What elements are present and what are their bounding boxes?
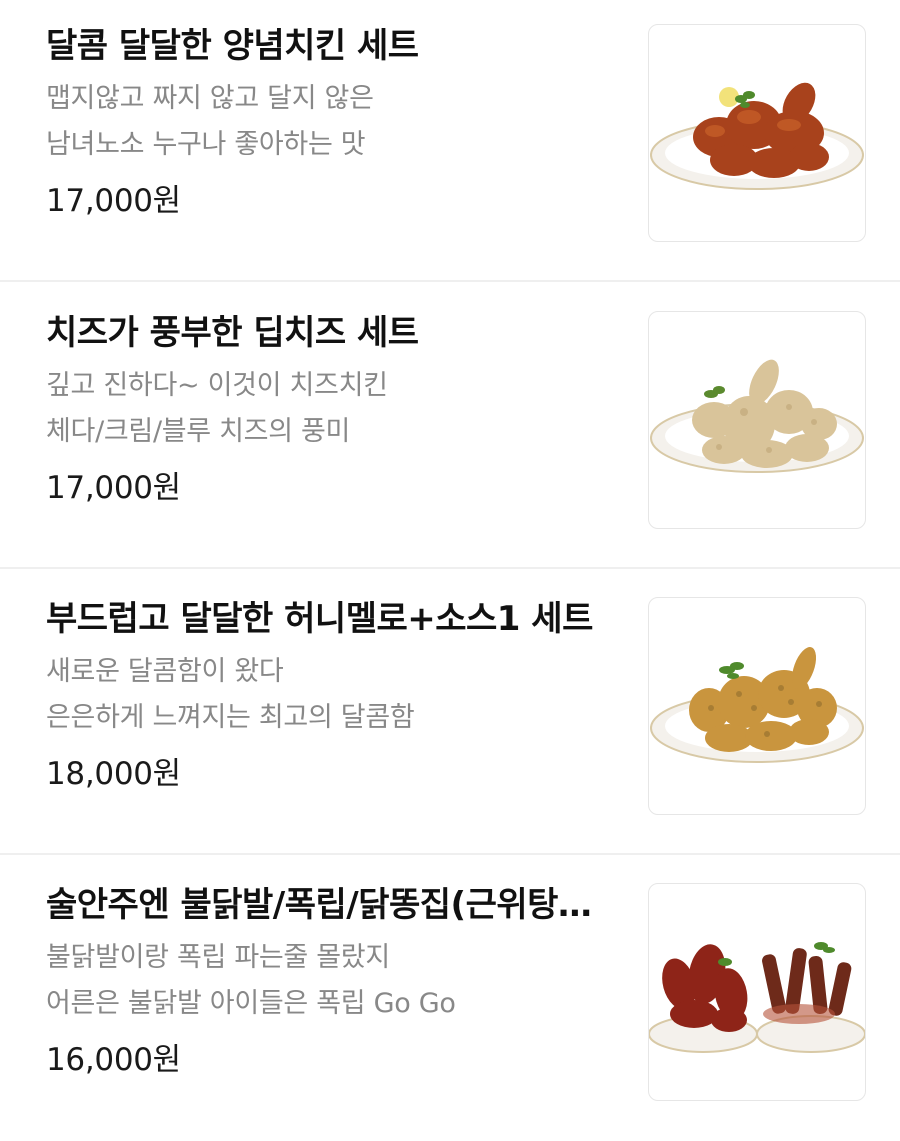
honey-chicken-plate-icon: [650, 647, 864, 763]
spicy-feet-ribs-plates-icon: [649, 942, 865, 1053]
item-price: 17,000원: [46, 470, 181, 506]
item-description-line2: 체다/크림/블루 치즈의 풍미: [46, 416, 351, 447]
item-thumbnail[interactable]: [648, 597, 866, 815]
item-name: 부드럽고 달달한 허니멜로+소스1 세트: [46, 599, 593, 639]
item-thumbnail[interactable]: [648, 24, 866, 242]
seasoned-chicken-plate-icon: [650, 82, 864, 190]
item-name: 달콤 달달한 양념치킨 세트: [46, 26, 419, 66]
menu-item-honey-mello-set[interactable]: 부드럽고 달달한 허니멜로+소스1 세트 새로운 달콤함이 왔다 은은하게 느껴…: [0, 569, 900, 855]
item-price: 16,000원: [46, 1042, 181, 1078]
item-thumbnail[interactable]: [648, 883, 866, 1101]
item-description-line2: 은은하게 느껴지는 최고의 달콤함: [46, 702, 415, 733]
item-description-line2: 어른은 불닭발 아이들은 폭립 Go Go: [46, 988, 456, 1019]
menu-item-seasoned-chicken-set[interactable]: 달콤 달달한 양념치킨 세트 맵지않고 짜지 않고 달지 않은 남녀노소 누구나…: [0, 0, 900, 282]
menu-list: 달콤 달달한 양념치킨 세트 맵지않고 짜지 않고 달지 않은 남녀노소 누구나…: [0, 0, 900, 1131]
divider: [0, 280, 900, 282]
cheese-chicken-plate-icon: [650, 359, 864, 473]
item-name: 술안주엔 불닭발/폭립/닭똥집(근위탕…: [46, 885, 592, 925]
item-description-line1: 불닭발이랑 폭립 파는줄 몰랐지: [46, 942, 390, 973]
item-price: 17,000원: [46, 183, 181, 219]
item-thumbnail[interactable]: [648, 311, 866, 529]
menu-item-drinking-snack-set[interactable]: 술안주엔 불닭발/폭립/닭똥집(근위탕… 불닭발이랑 폭립 파는줄 몰랐지 어른…: [0, 855, 900, 1141]
menu-item-deep-cheese-set[interactable]: 치즈가 풍부한 딥치즈 세트 깊고 진하다~ 이것이 치즈치킨 체다/크림/블루…: [0, 283, 900, 569]
item-description-line2: 남녀노소 누구나 좋아하는 맛: [46, 129, 366, 160]
item-description-line1: 깊고 진하다~ 이것이 치즈치킨: [46, 370, 388, 401]
item-description-line1: 맵지않고 짜지 않고 달지 않은: [46, 83, 374, 114]
item-name: 치즈가 풍부한 딥치즈 세트: [46, 313, 419, 353]
item-description-line1: 새로운 달콤함이 왔다: [46, 656, 284, 687]
item-price: 18,000원: [46, 756, 181, 792]
